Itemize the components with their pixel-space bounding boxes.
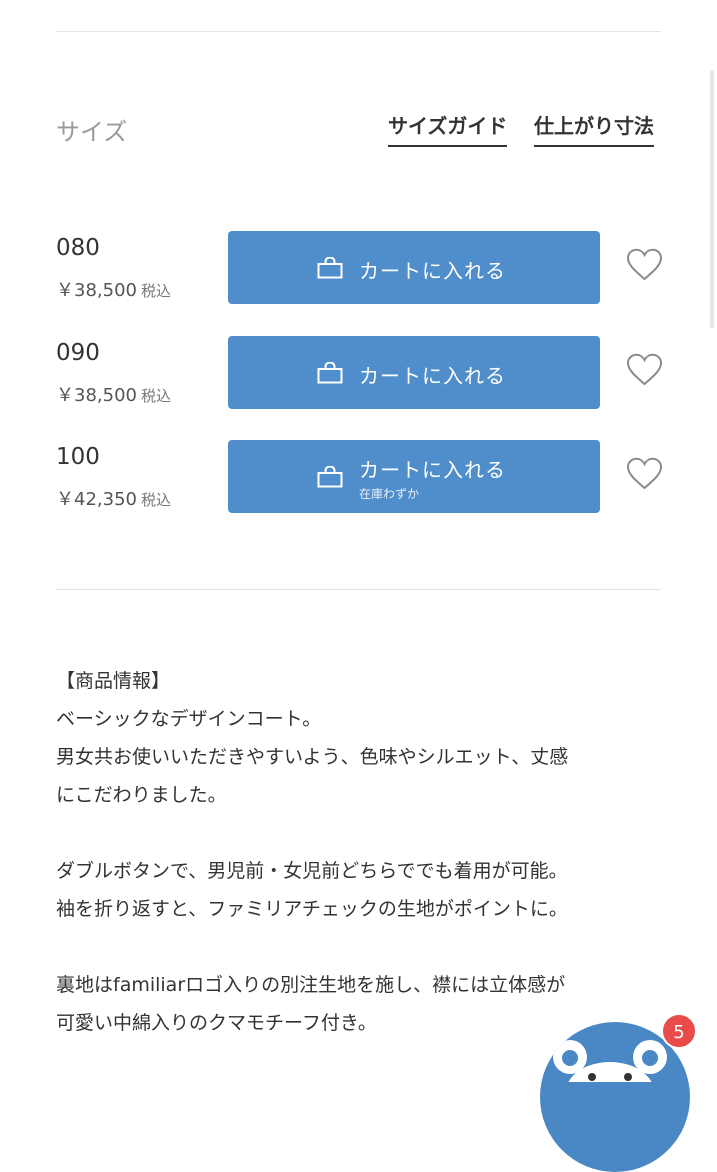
scrollbar[interactable] bbox=[710, 70, 714, 328]
description-line: ダブルボタンで、男児前・女児前どちらででも着用が可能。 bbox=[56, 860, 568, 882]
description-heading: 【商品情報】 bbox=[56, 670, 171, 692]
product-description: 【商品情報】 ベーシックなデザインコート。 男女共お使いいただきやすいよう、色味… bbox=[56, 662, 676, 1042]
size-row-080: 080 ￥38,500 税込 カートに入れる bbox=[56, 231, 668, 305]
size-row-100: 100 ￥42,350 税込 カートに入れる 在庫わずか bbox=[56, 440, 668, 514]
size-row-090: 090 ￥38,500 税込 カートに入れる bbox=[56, 336, 668, 410]
description-line: 袖を折り返すと、ファミリアチェックの生地がポイントに。 bbox=[56, 898, 568, 920]
tax-label: 税込 bbox=[140, 282, 171, 300]
description-line: 裏地はfamiliarロゴ入りの別注生地を施し、襟には立体感が bbox=[56, 974, 566, 996]
shopping-bag-icon bbox=[317, 362, 343, 384]
add-to-cart-button-090[interactable]: カートに入れる bbox=[228, 336, 600, 409]
add-to-cart-button-080[interactable]: カートに入れる bbox=[228, 231, 600, 304]
heart-outline-icon[interactable] bbox=[626, 353, 663, 386]
size-code: 090 bbox=[56, 340, 100, 366]
measurements-link[interactable]: 仕上がり寸法 bbox=[534, 110, 654, 147]
shopping-bag-icon bbox=[317, 257, 343, 279]
price-value: ￥38,500 bbox=[56, 280, 137, 301]
size-price: ￥42,350 税込 bbox=[56, 485, 171, 511]
add-to-cart-button-100[interactable]: カートに入れる 在庫わずか bbox=[228, 440, 600, 513]
description-line: 男女共お使いいただきやすいよう、色味やシルエット、丈感 bbox=[56, 746, 569, 768]
cart-button-label: カートに入れる bbox=[359, 458, 506, 482]
price-value: ￥38,500 bbox=[56, 385, 137, 406]
tax-label: 税込 bbox=[140, 491, 171, 509]
cart-button-label: カートに入れる bbox=[359, 259, 506, 283]
price-value: ￥42,350 bbox=[56, 489, 137, 510]
top-divider bbox=[56, 31, 661, 32]
section-divider bbox=[56, 589, 661, 590]
heart-outline-icon[interactable] bbox=[626, 248, 663, 281]
low-stock-note: 在庫わずか bbox=[359, 487, 420, 501]
description-line: ベーシックなデザインコート。 bbox=[56, 708, 322, 730]
size-code: 080 bbox=[56, 235, 100, 261]
size-code: 100 bbox=[56, 444, 100, 470]
heart-outline-icon[interactable] bbox=[626, 457, 663, 490]
notification-badge: 5 bbox=[661, 1013, 697, 1049]
size-price: ￥38,500 税込 bbox=[56, 381, 171, 407]
description-line: にこだわりました。 bbox=[56, 784, 227, 806]
size-section-title: サイズ bbox=[56, 118, 128, 146]
cart-button-label: カートに入れる bbox=[359, 364, 506, 388]
tax-label: 税込 bbox=[140, 387, 171, 405]
shopping-bag-icon bbox=[317, 466, 343, 488]
size-guide-link[interactable]: サイズガイド bbox=[388, 110, 508, 147]
size-price: ￥38,500 税込 bbox=[56, 276, 171, 302]
